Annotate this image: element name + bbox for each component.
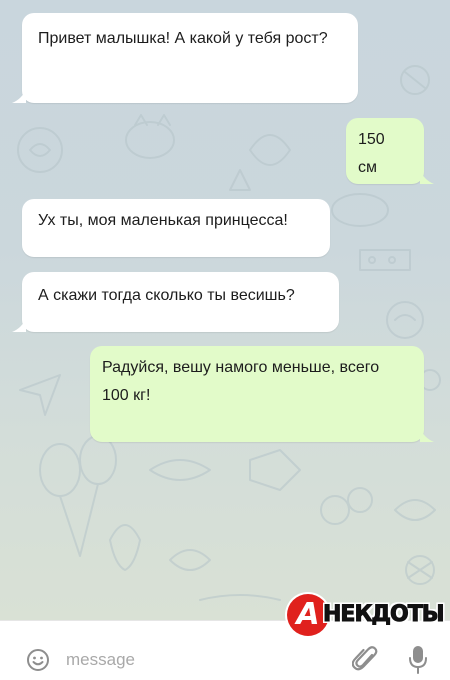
bubble-tail bbox=[12, 89, 26, 103]
message-outgoing[interactable]: Радуйся, вешу намого меньше, всего 100 к… bbox=[90, 346, 434, 442]
logo-text: НЕКДОТЫ bbox=[323, 602, 446, 628]
microphone-icon[interactable] bbox=[408, 645, 428, 675]
message-text: Радуйся, вешу намого меньше, всего 100 к… bbox=[102, 359, 380, 404]
message-text: Ух ты, моя маленькая принцесса! bbox=[38, 212, 288, 229]
bubble-tail bbox=[420, 170, 434, 184]
message-incoming[interactable]: Ух ты, моя маленькая принцесса! bbox=[22, 199, 330, 257]
watermark-logo: А НЕКДОТЫ bbox=[287, 594, 445, 642]
message-text: А скажи тогда сколько ты весишь? bbox=[38, 287, 295, 304]
message-text: Привет малышка! А какой у тебя рост? bbox=[38, 30, 328, 47]
bubble-tail bbox=[12, 318, 26, 332]
message-outgoing[interactable]: 150 см bbox=[346, 118, 434, 184]
message-incoming[interactable]: Привет малышка! А какой у тебя рост? bbox=[12, 13, 358, 103]
message-incoming[interactable]: А скажи тогда сколько ты весишь? bbox=[12, 272, 339, 332]
message-input[interactable] bbox=[66, 647, 326, 673]
emoji-icon[interactable] bbox=[26, 648, 50, 672]
chat-area[interactable]: Привет малышка! А какой у тебя рост? 150… bbox=[0, 0, 450, 620]
message-text: 150 см bbox=[358, 131, 385, 176]
bubble-tail bbox=[420, 428, 434, 442]
paperclip-icon[interactable] bbox=[352, 645, 378, 675]
